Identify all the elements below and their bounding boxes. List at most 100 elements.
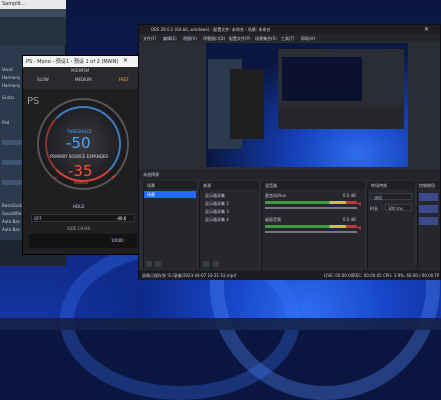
range-label: RANGE [74,180,88,185]
obs-menu-bar: 文件(F) 编辑(E) 视图(V) 停靠窗口(D) 配置文件(P) 场景集合(S… [139,34,440,42]
start-streaming-button[interactable] [419,193,438,201]
daw-track-3[interactable]: Harmony [2,83,20,88]
mixer-channel-db: 0.0 dB [343,217,356,222]
scenes-title: 场景 [147,183,155,188]
obs-preview[interactable] [206,43,408,167]
plugin-title-bar[interactable]: PS - Mono - 预设1 - 预设 1 of 2 (MAIN) ✕ [23,56,141,67]
daw-track-block[interactable] [2,160,24,165]
minus-icon[interactable]: − [53,174,58,181]
mixer-dock-header: 混音器 [261,181,365,189]
range-value: -35 [68,162,93,180]
add-source-button[interactable] [203,261,209,267]
plugin-logo: PS [27,96,40,107]
obs-title-bar[interactable]: OBS 29.0.2 (64-bit, windows) - 配置文件: 未命名… [139,25,440,34]
menu-docks[interactable]: 停靠窗口(D) [203,36,225,42]
menu-tools[interactable]: 工具(T) [281,36,295,42]
daw-title: Samplit... [2,1,26,7]
side-chain-label: SIDE CHAIN [67,226,91,231]
source-toolbar: 未选择源 [139,169,440,180]
taskbar[interactable] [0,318,441,330]
source-item[interactable]: 显示器采集 [205,193,225,199]
remove-scene-button[interactable] [155,261,161,267]
scene-item-label: 场景 [147,192,155,197]
transition-type: 淡出 [374,195,382,200]
duration-label: 时长 [370,206,378,211]
obs-status-bar: 录像已保存到 'E:/录像/2023-04-07 10-21-52.mp4' L… [139,270,440,280]
plugin-window[interactable]: PS - Mono - 预设1 - 预设 1 of 2 (MAIN) ✕ MID… [22,55,142,255]
output-value: -40.6 [116,216,127,221]
mixer-channel-db: 0.0 dB [343,193,356,198]
expander-label: PRIMARY SOURCE EXPANDER [50,154,109,159]
plugin-header-label: MIDIMSM [71,68,90,73]
volume-slider[interactable] [265,207,357,209]
daw-toolbar[interactable] [0,9,66,17]
scenes-dock-header: 场景 [143,181,197,189]
no-source-label: 未选择源 [143,172,159,177]
scene-item[interactable]: 场景 [144,191,196,198]
daw-track-block[interactable] [2,180,24,185]
speed-fast-button[interactable]: FAST [119,77,129,82]
daw-track-5[interactable]: Pad [2,120,9,125]
menu-help[interactable]: 帮助(H) [301,36,315,42]
mixer-channel-name: 桌面音频 [265,217,281,222]
sources-title: 来源 [203,183,211,188]
plugin-title: PS - Mono - 预设1 - 预设 1 of 2 (MAIN) [26,59,118,65]
daw-track-2[interactable]: Harmony [2,75,20,80]
duration-value: 300 ms [388,206,403,211]
volume-slider[interactable] [265,231,357,233]
daw-transport[interactable] [0,17,66,45]
status-live: LIVE: 00:00:00 [324,273,354,278]
plus-icon[interactable]: + [111,174,116,181]
source-item[interactable]: 显示器采集 3 [205,209,229,215]
source-item[interactable]: 显示器采集 2 [205,201,229,207]
speaker-icon[interactable]: ◀ [357,201,361,207]
preview-obs [278,49,404,129]
menu-view[interactable]: 视图(V) [183,36,197,42]
hold-label: HOLD [73,204,85,209]
daw-track-4[interactable]: Guitar [2,95,14,100]
preview-inner [282,57,362,101]
off-label[interactable]: OFF [34,216,42,221]
start-recording-button[interactable] [419,205,438,213]
transition-select[interactable]: 淡出 [370,193,412,200]
controls-title: 控制按钮 [419,183,435,188]
menu-scene-collection[interactable]: 场景集合(S) [255,36,277,42]
sources-dock-header: 来源 [199,181,259,189]
daw-lower-track-3[interactable]: Auto Bas [2,219,20,224]
obs-window[interactable]: OBS 29.0.2 (64-bit, windows) - 配置文件: 未命名… [138,24,441,280]
menu-profile[interactable]: 配置文件(P) [229,36,251,42]
close-icon[interactable]: ✕ [424,26,429,33]
daw-track-block[interactable] [2,140,24,145]
source-item[interactable]: 显示器采集 4 [205,217,229,223]
add-scene-button[interactable] [146,261,152,267]
status-rec: REC: 00:00:05 [353,273,382,278]
remove-source-button[interactable] [213,261,219,267]
preview-docks [278,105,404,129]
status-cpu: CPU: 3.9%, 60.00 / 60.00 FPS [383,273,439,278]
preview-plugin [230,69,264,139]
menu-file[interactable]: 文件(F) [143,36,156,42]
virtual-camera-button[interactable] [419,217,438,225]
daw-lower-track-4[interactable]: Auto Bas [2,227,20,232]
close-icon[interactable]: ✕ [123,57,128,64]
transitions-title: 转场特效 [371,183,387,188]
threshold-value: -50 [66,134,91,152]
plugin-header: MIDIMSM SLOW MEDIUM FAST [23,67,141,89]
volume-meter [265,201,357,204]
duration-field[interactable]: 300 ms [385,204,412,211]
status-message: 录像已保存到 'E:/录像/2023-04-07 10-21-52.mp4' [142,273,237,278]
mixer-title: 混音器 [265,183,277,188]
daw-title-bar[interactable]: Samplit... [0,0,66,9]
volume-meter [265,225,357,228]
transitions-dock-header: 转场特效 [367,181,415,189]
daw-track-1[interactable]: Vocal [2,67,13,72]
mixer-channel-name: 麦克风/Aux [265,193,286,198]
frequency-value[interactable]: 10000 [111,238,124,243]
speaker-icon[interactable]: ◀ [357,225,361,231]
output-bar[interactable]: OFF -40.6 [31,214,135,222]
menu-edit[interactable]: 编辑(E) [163,36,177,42]
speed-slow-button[interactable]: SLOW [37,77,49,82]
controls-dock-header: 控制按钮 [417,181,440,189]
plugin-footer: 10000 [29,234,137,248]
speed-medium-button[interactable]: MEDIUM [75,77,92,82]
